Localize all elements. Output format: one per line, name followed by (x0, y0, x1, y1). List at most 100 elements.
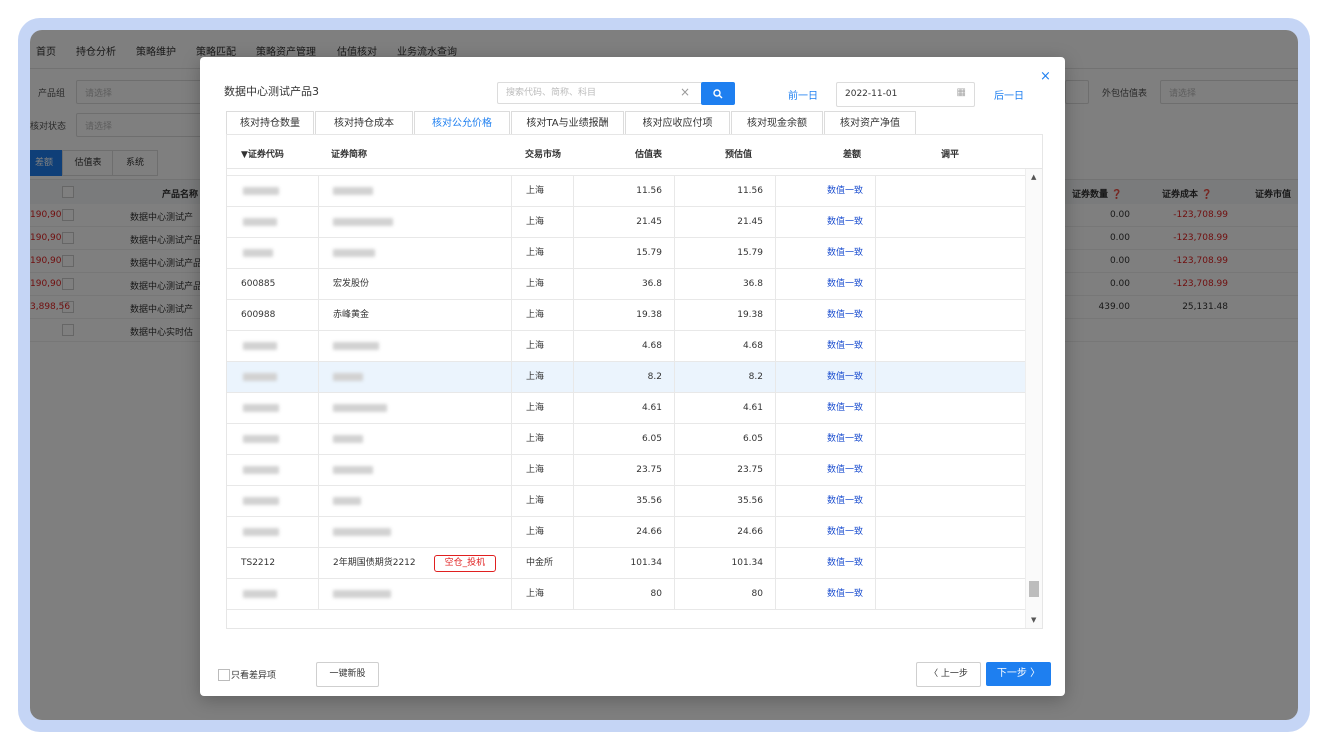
cell-valuation: 24.66 (574, 517, 675, 547)
table-header: ▼证券代码 证券简称 交易市场 估值表 预估值 差额 调平 (227, 135, 1042, 169)
table-row[interactable]: 上海 4.68 4.68 数值一致 (227, 331, 1025, 362)
tab-check-receivables[interactable]: 核对应收应付项 (625, 111, 730, 135)
table-row[interactable]: 上海 21.45 21.45 数值一致 (227, 207, 1025, 238)
cell-pre-valuation-text: 19.38 (737, 310, 763, 320)
cell-adjust[interactable] (876, 548, 1025, 578)
table-scrollbar[interactable]: ▲ ▼ (1025, 169, 1042, 628)
cell-pre-valuation-text: 15.79 (737, 248, 763, 258)
cell-adjust[interactable] (876, 393, 1025, 423)
table-row[interactable]: 上海 6.05 6.05 数值一致 (227, 424, 1025, 455)
cell-diff[interactable]: 数值一致 (776, 486, 876, 516)
cell-diff[interactable]: 数值一致 (776, 548, 876, 578)
cell-adjust[interactable] (876, 176, 1025, 206)
scroll-thumb[interactable] (1029, 581, 1039, 597)
cell-diff[interactable]: 数值一致 (776, 455, 876, 485)
table-row[interactable]: 600988 赤峰黄金 上海 19.38 19.38 数值一致 (227, 300, 1025, 331)
cell-adjust[interactable] (876, 362, 1025, 392)
tab-check-cost[interactable]: 核对持仓成本 (315, 111, 413, 135)
cell-market-text: 上海 (526, 217, 545, 227)
cell-adjust[interactable] (876, 579, 1025, 609)
table-row[interactable]: 上海 35.56 35.56 数值一致 (227, 486, 1025, 517)
cell-market: 上海 (512, 238, 574, 268)
cell-security-code-text: 600885 (241, 279, 276, 289)
cell-adjust[interactable] (876, 269, 1025, 299)
new-stock-button[interactable]: 一键新股 (316, 662, 379, 687)
cell-diff[interactable]: 数值一致 (776, 300, 876, 330)
scroll-down-icon[interactable]: ▼ (1031, 616, 1036, 624)
only-diff-checkbox[interactable] (218, 669, 230, 681)
cell-diff[interactable]: 数值一致 (776, 176, 876, 206)
cell-security-code (227, 176, 319, 206)
cell-valuation-text: 8.2 (647, 372, 662, 382)
cell-valuation-text: 15.79 (636, 248, 662, 258)
table-row[interactable]: 上海 24.66 24.66 数值一致 (227, 517, 1025, 548)
date-picker[interactable]: 2022-11-01 ▦ (836, 82, 975, 107)
redacted-code (243, 218, 277, 226)
cell-valuation: 19.38 (574, 300, 675, 330)
cell-diff[interactable]: 数值一致 (776, 517, 876, 547)
cell-pre-valuation: 8.2 (675, 362, 776, 392)
col-security-name: 证券简称 (331, 150, 368, 160)
cell-diff[interactable]: 数值一致 (776, 393, 876, 423)
cell-diff[interactable]: 数值一致 (776, 424, 876, 454)
col-diff: 差额 (843, 150, 862, 160)
close-icon[interactable]: × (1040, 69, 1051, 84)
cell-diff[interactable]: 数值一致 (776, 269, 876, 299)
table-row[interactable]: 上海 80 80 数值一致 (227, 579, 1025, 610)
cell-diff-text: 数值一致 (826, 217, 863, 227)
cell-diff-text: 数值一致 (826, 310, 863, 320)
tab-check-nav[interactable]: 核对资产净值 (824, 111, 916, 135)
cell-security-code (227, 455, 319, 485)
cell-valuation-text: 11.56 (636, 186, 662, 196)
cell-security-code: TS2212 (227, 548, 319, 578)
cell-adjust[interactable] (876, 331, 1025, 361)
cell-adjust[interactable] (876, 207, 1025, 237)
cell-adjust[interactable] (876, 486, 1025, 516)
table-row[interactable]: 上海 8.2 8.2 数值一致 (227, 362, 1025, 393)
cell-adjust[interactable] (876, 424, 1025, 454)
cell-diff[interactable]: 数值一致 (776, 331, 876, 361)
cell-market-text: 上海 (526, 341, 545, 351)
redacted-name (333, 373, 363, 381)
cell-security-code-text: TS2212 (241, 558, 276, 568)
redacted-code (243, 590, 277, 598)
search-input[interactable] (497, 82, 703, 104)
table-row[interactable]: 上海 11.56 11.56 数值一致 (227, 176, 1025, 207)
position-tag: 空仓_投机 (433, 555, 497, 572)
table-row[interactable]: TS2212 2年期国债期货2212 空仓_投机 中金所 101.34 101.34 数值一… (227, 548, 1025, 579)
dialog-title: 数据中心测试产品3 (224, 85, 319, 98)
tab-check-fair-price[interactable]: 核对公允价格 (414, 111, 510, 135)
cell-diff[interactable]: 数值一致 (776, 579, 876, 609)
tab-check-cash[interactable]: 核对现金余额 (731, 111, 823, 135)
cell-diff[interactable]: 数值一致 (776, 238, 876, 268)
table-row[interactable]: 600885 宏发股份 上海 36.8 36.8 数值一致 (227, 269, 1025, 300)
scroll-up-icon[interactable]: ▲ (1031, 173, 1036, 181)
table-row[interactable]: 上海 23.75 23.75 数值一致 (227, 455, 1025, 486)
next-step-button[interactable]: 下一步 〉 (986, 662, 1051, 686)
cell-adjust[interactable] (876, 517, 1025, 547)
cell-adjust[interactable] (876, 238, 1025, 268)
search-button[interactable] (701, 82, 735, 105)
next-day-button[interactable]: 后一日 (994, 87, 1024, 102)
cell-diff[interactable]: 数值一致 (776, 362, 876, 392)
table-row[interactable]: 上海 4.61 4.61 数值一致 (227, 393, 1025, 424)
cell-valuation-text: 4.61 (641, 403, 662, 413)
cell-pre-valuation: 4.68 (675, 331, 776, 361)
cell-adjust[interactable] (876, 300, 1025, 330)
clear-icon[interactable]: × (680, 85, 690, 99)
tab-check-quantity[interactable]: 核对持仓数量 (226, 111, 314, 135)
prev-day-button[interactable]: 前一日 (788, 87, 818, 102)
tab-check-ta[interactable]: 核对TA与业绩报酬 (511, 111, 624, 135)
cell-diff[interactable]: 数值一致 (776, 207, 876, 237)
cell-diff-text: 数值一致 (826, 465, 863, 475)
col-security-code[interactable]: ▼证券代码 (241, 147, 284, 160)
cell-adjust[interactable] (876, 455, 1025, 485)
cell-security-code (227, 207, 319, 237)
table-row[interactable]: 上海 15.79 15.79 数值一致 (227, 238, 1025, 269)
calendar-icon: ▦ (956, 87, 966, 98)
prev-step-button[interactable]: 〈 上一步 (916, 662, 981, 687)
cell-pre-valuation-text: 4.61 (742, 403, 763, 413)
cell-diff-text: 数值一致 (826, 279, 863, 289)
redacted-name (333, 528, 391, 536)
app-window: 首页 持仓分析 策略维护 策略匹配 策略资产管理 估值核对 业务流水查询 产品组… (30, 30, 1298, 720)
